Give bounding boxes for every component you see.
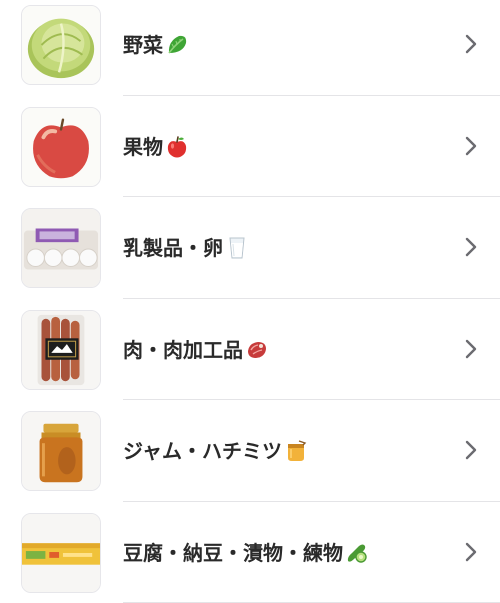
red-apple-emoji	[165, 135, 189, 159]
category-row-jam-honey[interactable]: ジャム・ハチミツ	[0, 400, 500, 502]
category-label-text: ジャム・ハチミツ	[123, 437, 282, 465]
apple-thumbnail	[21, 107, 101, 187]
honey-jar-thumbnail	[21, 411, 101, 491]
category-label-text: 豆腐・納豆・漬物・練物	[123, 539, 343, 567]
category-label: 野菜	[123, 31, 189, 59]
chevron-right-icon	[464, 337, 478, 361]
category-label: 肉・肉加工品	[123, 336, 269, 364]
tofu-pack-thumbnail	[21, 513, 101, 593]
cabbage-thumbnail	[21, 5, 101, 85]
chevron-right-icon	[464, 134, 478, 158]
category-label: 果物	[123, 133, 189, 161]
category-label-text: 果物	[123, 133, 163, 161]
milk-glass-emoji	[225, 236, 249, 260]
category-row-meat[interactable]: 肉・肉加工品	[0, 299, 500, 401]
category-label: 乳製品・卵	[123, 234, 249, 262]
category-label-text: 肉・肉加工品	[123, 336, 243, 364]
chevron-right-icon	[464, 235, 478, 259]
chevron-right-icon	[464, 32, 478, 56]
category-label: 豆腐・納豆・漬物・練物	[123, 539, 369, 567]
category-label-text: 野菜	[123, 31, 163, 59]
category-list: 野菜 果物	[0, 0, 500, 603]
category-row-tofu-natto-pickles[interactable]: 豆腐・納豆・漬物・練物	[0, 502, 500, 603]
category-row-dairy-eggs[interactable]: 乳製品・卵	[0, 197, 500, 299]
cut-of-meat-emoji	[245, 338, 269, 362]
category-label: ジャム・ハチミツ	[123, 437, 308, 465]
cucumber-emoji	[345, 541, 369, 565]
egg-carton-thumbnail	[21, 208, 101, 288]
category-row-vegetables[interactable]: 野菜	[0, 0, 500, 96]
chevron-right-icon	[464, 540, 478, 564]
leafy-greens-emoji	[165, 33, 189, 57]
category-row-fruits[interactable]: 果物	[0, 96, 500, 198]
honey-pot-emoji	[284, 439, 308, 463]
category-label-text: 乳製品・卵	[123, 234, 223, 262]
sausage-pack-thumbnail	[21, 310, 101, 390]
chevron-right-icon	[464, 438, 478, 462]
